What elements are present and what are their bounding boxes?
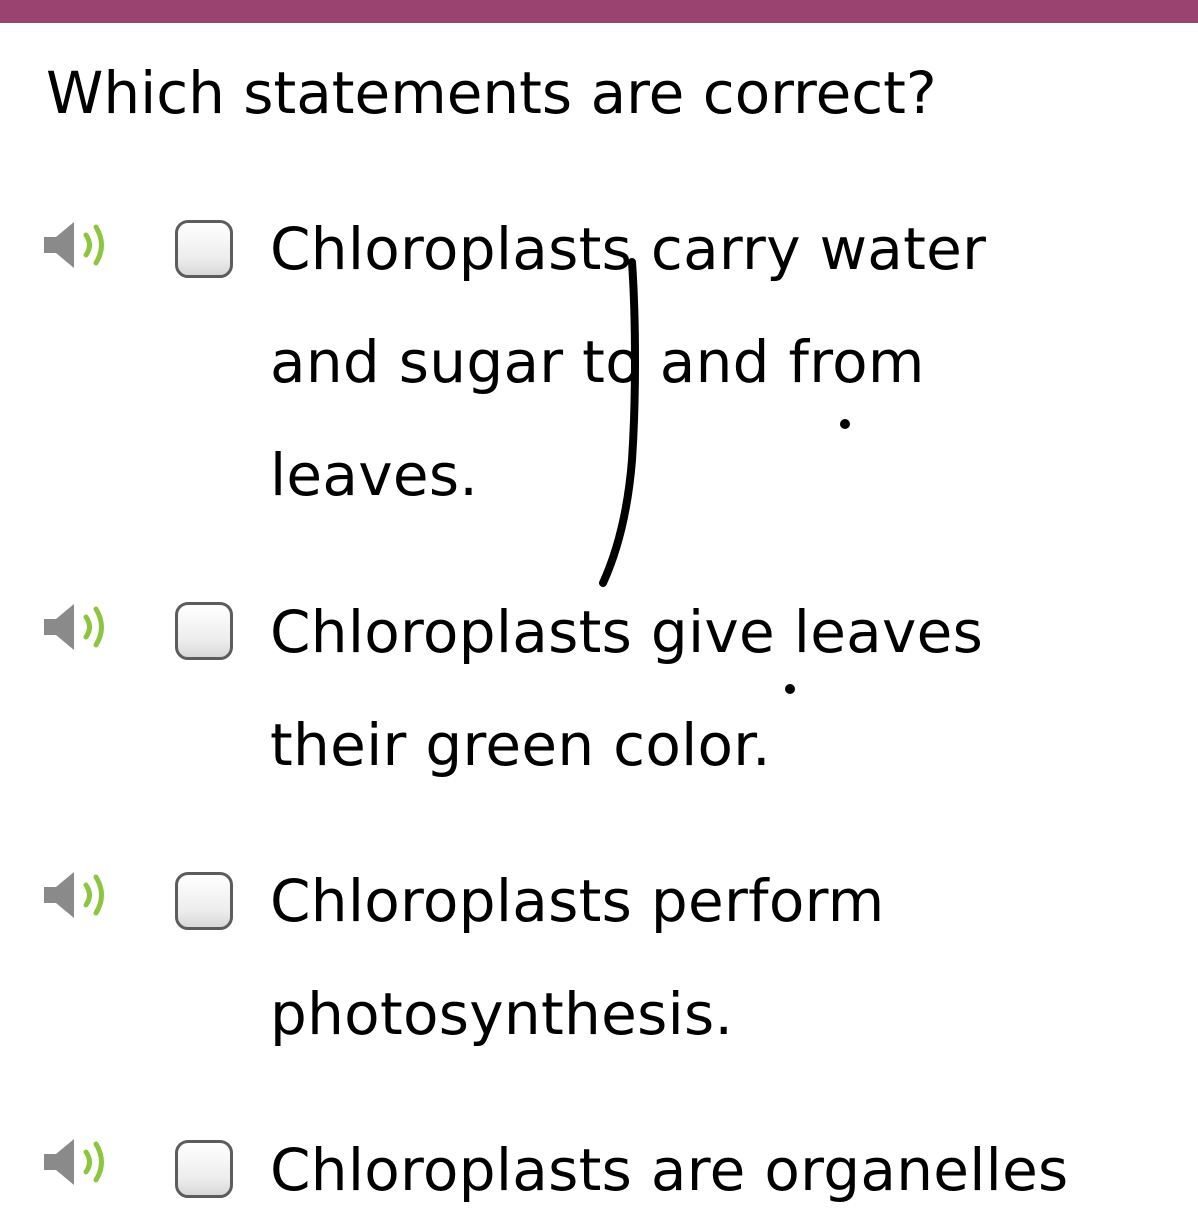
option-checkbox[interactable] bbox=[175, 602, 233, 660]
option-text: Chloroplasts carry water and sugar to an… bbox=[270, 215, 987, 509]
speaker-icon[interactable] bbox=[42, 218, 116, 272]
speaker-icon[interactable] bbox=[42, 600, 116, 654]
option-text: Chloroplasts are organelles bbox=[270, 1136, 1069, 1204]
top-accent-bar bbox=[0, 0, 1198, 23]
option-checkbox[interactable] bbox=[175, 872, 233, 930]
question-prompt: Which statements are correct? bbox=[46, 59, 937, 127]
option-checkbox[interactable] bbox=[175, 220, 233, 278]
speaker-icon[interactable] bbox=[42, 1135, 116, 1189]
option-checkbox[interactable] bbox=[175, 1140, 233, 1198]
option-text: Chloroplasts give leaves their green col… bbox=[270, 598, 984, 779]
speaker-icon[interactable] bbox=[42, 868, 116, 922]
option-text: Chloroplasts perform photosynthesis. bbox=[270, 867, 885, 1048]
